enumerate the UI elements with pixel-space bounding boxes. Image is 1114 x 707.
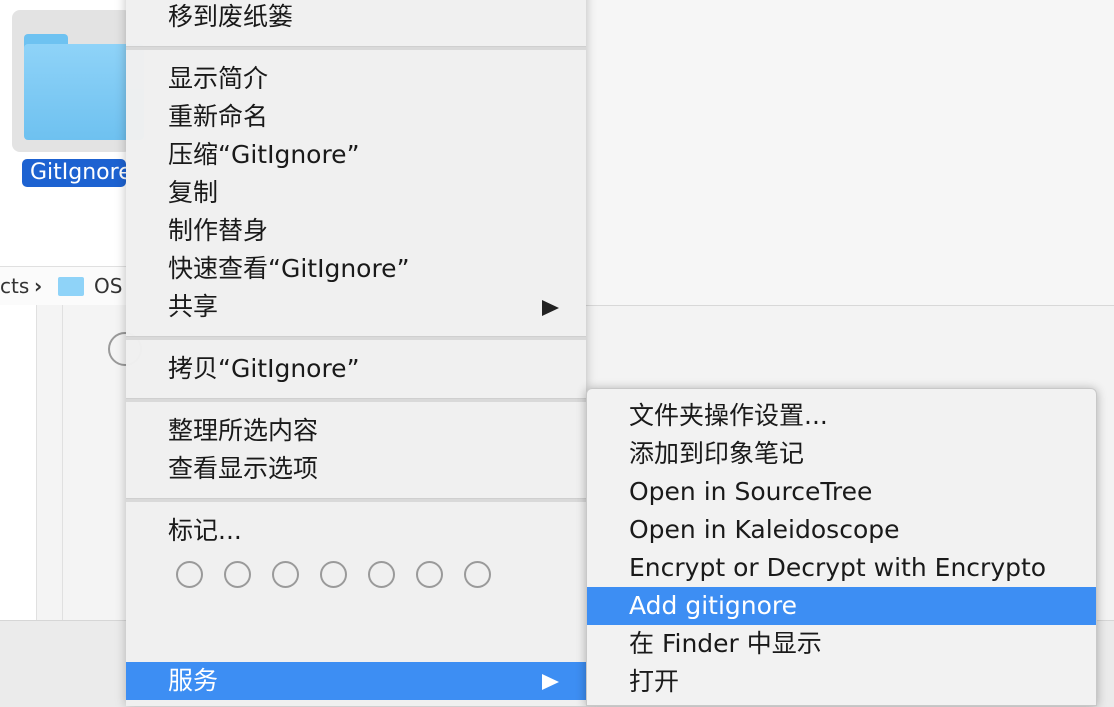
menu-item-label: 共享 — [168, 292, 219, 321]
menu-item-label: 重新命名 — [168, 102, 269, 131]
submenu-item-label: 打开 — [629, 667, 680, 696]
menu-item-duplicate[interactable]: 复制 — [126, 174, 586, 212]
menu-item-quick-look[interactable]: 快速查看“GitIgnore” — [126, 250, 586, 288]
path-segment-partial[interactable]: cts — [0, 267, 29, 305]
submenu-arrow-icon — [542, 674, 559, 690]
menu-item-make-alias[interactable]: 制作替身 — [126, 212, 586, 250]
menu-item-rename[interactable]: 重新命名 — [126, 98, 586, 136]
submenu-item-label: 文件夹操作设置... — [629, 401, 828, 430]
submenu-item-show-in-finder[interactable]: 在 Finder 中显示 — [587, 625, 1096, 663]
submenu-item-label: 在 Finder 中显示 — [629, 629, 822, 658]
services-submenu: 文件夹操作设置... 添加到印象笔记 Open in SourceTree Op… — [586, 388, 1097, 706]
finder-right-pane — [586, 0, 1114, 306]
menu-item-label: 整理所选内容 — [168, 416, 319, 445]
menu-item-label: 拷贝“GitIgnore” — [168, 354, 360, 383]
finder-lower-column — [0, 305, 37, 620]
submenu-item-add-to-evernote[interactable]: 添加到印象笔记 — [587, 435, 1096, 473]
menu-item-get-info[interactable]: 显示简介 — [126, 60, 586, 98]
submenu-item-add-gitignore[interactable]: Add gitignore — [587, 587, 1096, 625]
menu-item-label: 移到废纸篓 — [168, 2, 294, 31]
tag-color-option[interactable] — [416, 561, 443, 588]
column-divider — [62, 305, 63, 620]
menu-item-label: 复制 — [168, 178, 219, 207]
path-folder-icon — [58, 277, 84, 296]
path-separator-icon: › — [34, 274, 43, 298]
submenu-arrow-icon — [542, 300, 559, 316]
tag-color-option[interactable] — [224, 561, 251, 588]
tag-color-option[interactable] — [368, 561, 395, 588]
menu-separator — [126, 336, 586, 340]
menu-item-label: 制作替身 — [168, 216, 269, 245]
tag-color-option[interactable] — [176, 561, 203, 588]
menu-separator — [126, 46, 586, 50]
menu-item-move-to-trash[interactable]: 移到废纸篓 — [126, 0, 586, 36]
menu-item-services[interactable]: 服务 — [126, 662, 586, 700]
menu-separator — [126, 498, 586, 502]
menu-item-copy[interactable]: 拷贝“GitIgnore” — [126, 350, 586, 388]
menu-item-label: 标记... — [168, 516, 242, 545]
submenu-item-open-in-kaleidoscope[interactable]: Open in Kaleidoscope — [587, 511, 1096, 549]
selected-folder-highlight[interactable] — [12, 10, 144, 152]
submenu-item-encrypto[interactable]: Encrypt or Decrypt with Encrypto — [587, 549, 1096, 587]
tag-color-option[interactable] — [272, 561, 299, 588]
context-menu: 移到废纸篓 显示简介 重新命名 压缩“GitIgnore” 复制 制作替身 快速… — [126, 0, 586, 706]
menu-item-label: 查看显示选项 — [168, 454, 319, 483]
submenu-item-label: 添加到印象笔记 — [629, 439, 805, 468]
submenu-item-open-in-sourcetree[interactable]: Open in SourceTree — [587, 473, 1096, 511]
submenu-item-label: Open in Kaleidoscope — [629, 515, 900, 544]
menu-item-label: 显示简介 — [168, 64, 269, 93]
menu-item-label: 压缩“GitIgnore” — [168, 140, 360, 169]
submenu-item-open[interactable]: 打开 — [587, 663, 1096, 701]
path-segment-folder[interactable]: OS — [94, 267, 122, 305]
menu-item-label: 快速查看“GitIgnore” — [168, 254, 410, 283]
menu-item-compress[interactable]: 压缩“GitIgnore” — [126, 136, 586, 174]
submenu-item-label: Add gitignore — [629, 591, 798, 620]
selected-folder-label[interactable]: GitIgnore — [22, 159, 126, 187]
tag-color-option[interactable] — [464, 561, 491, 588]
menu-item-show-view-options[interactable]: 查看显示选项 — [126, 450, 586, 488]
menu-separator — [126, 398, 586, 402]
menu-item-tags[interactable]: 标记... — [126, 512, 586, 550]
menu-item-clean-up-selection[interactable]: 整理所选内容 — [126, 412, 586, 450]
submenu-item-folder-actions-setup[interactable]: 文件夹操作设置... — [587, 397, 1096, 435]
path-bar: cts › OS — [0, 266, 130, 305]
submenu-item-label: Encrypt or Decrypt with Encrypto — [629, 553, 1047, 582]
menu-item-share[interactable]: 共享 — [126, 288, 586, 326]
submenu-item-label: Open in SourceTree — [629, 477, 873, 506]
tag-color-option[interactable] — [320, 561, 347, 588]
menu-item-label: 服务 — [168, 666, 219, 695]
